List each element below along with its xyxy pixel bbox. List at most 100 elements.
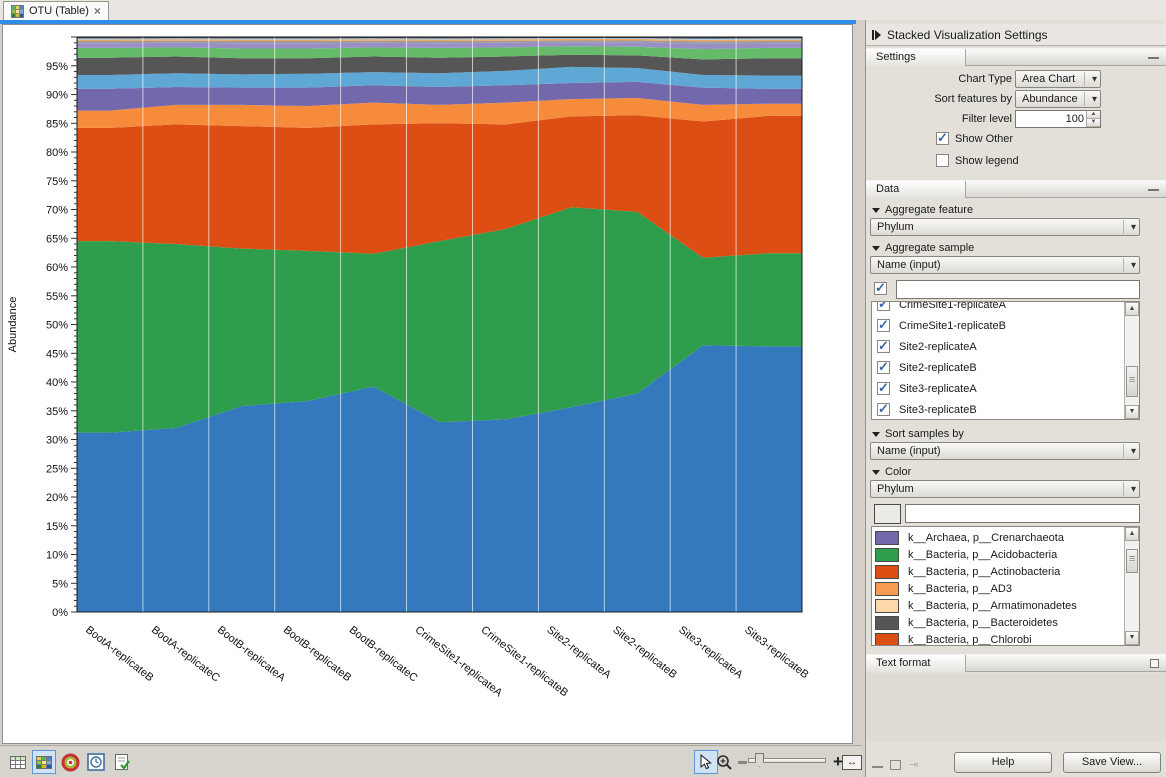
y-tick-label: 40% bbox=[46, 377, 68, 389]
color-swatch bbox=[875, 565, 899, 579]
y-tick-label: 75% bbox=[46, 176, 68, 188]
x-axis-label: BootA-replicateC bbox=[149, 624, 222, 685]
spin-up-icon[interactable]: ▲ bbox=[1087, 111, 1100, 119]
tab-otu-table[interactable]: OTU (Table) × bbox=[3, 1, 109, 20]
sort-samples-group[interactable]: Sort samples by bbox=[872, 428, 964, 440]
y-tick-label: 85% bbox=[46, 118, 68, 130]
aggregate-feature-group[interactable]: Aggregate feature bbox=[872, 204, 973, 216]
chart-pane: 0%5%10%15%20%25%30%35%40%45%50%55%60%65%… bbox=[2, 24, 853, 744]
sample-list-item[interactable]: Site2-replicateB bbox=[872, 357, 1139, 378]
scroll-up-icon[interactable]: ▲ bbox=[1125, 527, 1139, 541]
zoom-slider-thumb[interactable] bbox=[755, 753, 764, 767]
float-panel-icon[interactable] bbox=[890, 760, 901, 770]
stacked-chart-view-icon[interactable] bbox=[32, 750, 56, 774]
collapse-panel-icon[interactable] bbox=[872, 30, 881, 40]
sort-samples-dropdown[interactable]: Name (input) bbox=[870, 442, 1140, 460]
sample-checkbox[interactable] bbox=[877, 340, 890, 353]
x-axis-label: BootB-replicateA bbox=[215, 624, 288, 685]
color-swatch bbox=[875, 548, 899, 562]
color-legend-item[interactable]: k__Bacteria, p__Armatimonadetes bbox=[872, 597, 1139, 614]
show-other-checkbox[interactable] bbox=[936, 132, 949, 145]
color-swatch bbox=[875, 531, 899, 545]
taxon-label: k__Archaea, p__Crenarchaeota bbox=[908, 532, 1064, 544]
y-tick-label: 70% bbox=[46, 205, 68, 217]
sample-checkbox[interactable] bbox=[877, 301, 890, 311]
sample-checkbox[interactable] bbox=[877, 403, 890, 416]
save-view-button[interactable]: Save View... bbox=[1063, 752, 1161, 773]
clock-view-icon[interactable] bbox=[84, 750, 108, 774]
color-legend-item[interactable]: k__Bacteria, p__Chlorobi bbox=[872, 631, 1139, 646]
x-axis-label: Site3-replicateA bbox=[676, 624, 745, 682]
color-legend-item[interactable]: k__Archaea, p__Crenarchaeota bbox=[872, 529, 1139, 546]
text-format-section-header[interactable]: Text format bbox=[866, 654, 1166, 672]
view-toolbar: + ↔ bbox=[0, 745, 862, 777]
y-tick-label: 90% bbox=[46, 90, 68, 102]
sample-list-item[interactable]: Site2-replicateA bbox=[872, 336, 1139, 357]
show-legend-checkbox[interactable] bbox=[936, 154, 949, 167]
sample-list-item[interactable]: CrimeSite1-replicateA bbox=[872, 301, 1139, 315]
report-view-icon[interactable] bbox=[110, 750, 134, 774]
color-dropdown[interactable]: Phylum bbox=[870, 480, 1140, 498]
sample-checkbox[interactable] bbox=[877, 361, 890, 374]
x-axis-label: Site2-replicateB bbox=[610, 624, 679, 681]
minimize-section-icon[interactable] bbox=[1148, 57, 1159, 59]
sample-list-item[interactable]: CrimeSite1-replicateB bbox=[872, 315, 1139, 336]
color-legend-item[interactable]: k__Bacteria, p__Acidobacteria bbox=[872, 546, 1139, 563]
color-group[interactable]: Color bbox=[872, 466, 911, 478]
filter-level-spinner[interactable]: 100 ▲▼ bbox=[1015, 110, 1101, 128]
expand-section-icon[interactable] bbox=[1150, 659, 1159, 668]
help-button[interactable]: Help bbox=[954, 752, 1052, 773]
table-view-icon[interactable] bbox=[6, 750, 30, 774]
collapse-all-icon[interactable] bbox=[872, 766, 883, 768]
y-tick-label: 80% bbox=[46, 147, 68, 159]
minimize-section-icon[interactable] bbox=[1148, 189, 1159, 191]
side-panel-header: Stacked Visualization Settings bbox=[866, 24, 1166, 46]
filter-level-label: Filter level bbox=[876, 110, 1012, 128]
sample-list-scrollbar[interactable]: ▲ ▼ bbox=[1124, 302, 1139, 419]
sample-checkbox[interactable] bbox=[877, 382, 890, 395]
sample-checkbox[interactable] bbox=[877, 319, 890, 332]
close-icon[interactable]: × bbox=[94, 6, 101, 16]
sample-list-item[interactable]: Site3-replicateB bbox=[872, 399, 1139, 420]
tab-label: OTU (Table) bbox=[29, 5, 89, 17]
color-swatch bbox=[875, 633, 899, 647]
data-section-header[interactable]: Data bbox=[866, 180, 1166, 198]
sample-filter-input[interactable] bbox=[896, 280, 1140, 299]
color-legend-item[interactable]: k__Bacteria, p__AD3 bbox=[872, 580, 1139, 597]
scroll-up-icon[interactable]: ▲ bbox=[1125, 302, 1139, 316]
y-tick-label: 50% bbox=[46, 320, 68, 332]
chart-type-dropdown[interactable]: Area Chart bbox=[1015, 70, 1101, 88]
taxon-label: k__Bacteria, p__Actinobacteria bbox=[908, 566, 1060, 578]
show-legend-row: Show legend bbox=[936, 154, 1019, 167]
color-legend-item[interactable]: k__Bacteria, p__Actinobacteria bbox=[872, 563, 1139, 580]
select-all-samples-checkbox[interactable] bbox=[874, 282, 887, 295]
chevron-down-icon bbox=[872, 246, 880, 251]
y-axis-title: Abundance bbox=[7, 297, 19, 353]
chart-type-label: Chart Type bbox=[876, 70, 1012, 88]
chevron-down-icon bbox=[872, 208, 880, 213]
scroll-down-icon[interactable]: ▼ bbox=[1125, 631, 1139, 645]
y-tick-label: 65% bbox=[46, 233, 68, 245]
aggregate-feature-dropdown[interactable]: Phylum bbox=[870, 218, 1140, 236]
color-swatch-button[interactable] bbox=[874, 504, 901, 524]
y-tick-label: 10% bbox=[46, 550, 68, 562]
stacked-area-chart: 0%5%10%15%20%25%30%35%40%45%50%55%60%65%… bbox=[3, 25, 852, 743]
aggregate-sample-group[interactable]: Aggregate sample bbox=[872, 242, 974, 254]
color-legend-item[interactable]: k__Bacteria, p__Bacteroidetes bbox=[872, 614, 1139, 631]
aggregate-sample-dropdown[interactable]: Name (input) bbox=[870, 256, 1140, 274]
y-tick-label: 95% bbox=[46, 61, 68, 73]
fit-width-icon[interactable]: ↔ bbox=[840, 750, 864, 774]
y-tick-label: 20% bbox=[46, 492, 68, 504]
sunburst-view-icon[interactable] bbox=[58, 750, 82, 774]
sample-list: CrimeSite1-replicateACrimeSite1-replicat… bbox=[871, 301, 1140, 420]
sample-list-item[interactable]: Site3-replicateA bbox=[872, 378, 1139, 399]
color-list-scrollbar[interactable]: ▲ ▼ bbox=[1124, 527, 1139, 645]
sort-features-dropdown[interactable]: Abundance bbox=[1015, 90, 1101, 108]
x-axis-label: Site2-replicateA bbox=[544, 624, 613, 682]
table-colored-icon bbox=[11, 5, 24, 18]
color-filter-input[interactable] bbox=[905, 504, 1140, 523]
spin-down-icon[interactable]: ▼ bbox=[1087, 119, 1100, 127]
y-tick-label: 60% bbox=[46, 262, 68, 274]
settings-section-header[interactable]: Settings bbox=[866, 48, 1166, 66]
scroll-down-icon[interactable]: ▼ bbox=[1125, 405, 1139, 419]
